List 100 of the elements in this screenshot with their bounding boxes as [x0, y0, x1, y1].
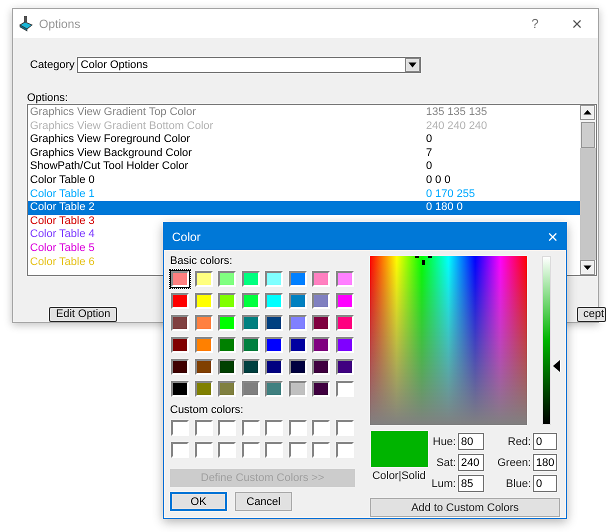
number-field[interactable]: 80	[458, 433, 484, 450]
custom-colors-label: Custom colors:	[170, 404, 244, 417]
option-row[interactable]: Graphics View Gradient Top Color 135 135 135	[28, 106, 580, 120]
field-label: Sat:	[435, 456, 456, 468]
color-swatch[interactable]	[312, 381, 330, 397]
scrollbar[interactable]	[580, 105, 596, 275]
option-row[interactable]: Color Table 2 0 180 0	[28, 201, 580, 215]
close-button[interactable]: ×	[570, 14, 584, 32]
color-swatch[interactable]	[194, 381, 212, 397]
color-swatch[interactable]	[312, 337, 330, 353]
color-swatch[interactable]	[265, 293, 283, 309]
scroll-up-icon[interactable]	[580, 105, 595, 120]
color-swatch[interactable]	[265, 420, 283, 436]
color-swatch[interactable]	[218, 271, 236, 287]
color-swatch[interactable]	[265, 337, 283, 353]
color-swatch[interactable]	[171, 315, 189, 331]
color-swatch[interactable]	[171, 293, 189, 309]
number-field[interactable]: 240	[458, 454, 484, 471]
number-field[interactable]: 85	[458, 475, 484, 492]
color-swatch[interactable]	[242, 337, 260, 353]
color-swatch[interactable]	[242, 293, 260, 309]
color-swatch[interactable]	[194, 420, 212, 436]
color-swatch[interactable]	[265, 442, 283, 458]
color-swatch[interactable]	[336, 315, 354, 331]
add-to-custom-colors-button[interactable]: Add to Custom Colors	[370, 498, 560, 517]
color-swatch[interactable]	[171, 359, 189, 375]
color-swatch[interactable]	[336, 442, 354, 458]
color-swatch[interactable]	[194, 442, 212, 458]
color-swatch[interactable]	[336, 293, 354, 309]
color-swatch[interactable]	[312, 442, 330, 458]
close-button[interactable]: ×	[547, 228, 558, 246]
number-field[interactable]: 180	[533, 454, 557, 471]
color-swatch[interactable]	[242, 359, 260, 375]
color-swatch[interactable]	[288, 442, 306, 458]
color-swatch[interactable]	[288, 381, 306, 397]
color-swatch[interactable]	[336, 381, 354, 397]
color-swatch[interactable]	[288, 359, 306, 375]
color-swatch[interactable]	[242, 442, 260, 458]
color-swatch[interactable]	[194, 271, 212, 287]
color-swatch[interactable]	[288, 337, 306, 353]
color-swatch[interactable]	[171, 442, 189, 458]
color-swatch[interactable]	[171, 337, 189, 353]
option-row[interactable]: ShowPath/Cut Tool Holder Color 0	[28, 160, 580, 174]
window-title: Options	[39, 16, 82, 30]
color-swatch[interactable]	[171, 420, 189, 436]
color-swatch[interactable]	[171, 381, 189, 397]
color-swatch[interactable]	[218, 442, 236, 458]
basic-colors-label: Basic colors:	[170, 255, 234, 268]
color-swatch[interactable]	[312, 271, 330, 287]
option-row[interactable]: Color Table 0 0 0 0	[28, 174, 580, 188]
color-swatch[interactable]	[171, 271, 189, 287]
color-swatch[interactable]	[265, 315, 283, 331]
color-swatch[interactable]	[336, 420, 354, 436]
color-swatch[interactable]	[265, 381, 283, 397]
slider-arrow-icon[interactable]	[553, 360, 560, 372]
color-swatch[interactable]	[312, 315, 330, 331]
luminance-bar[interactable]	[542, 256, 551, 425]
category-dropdown[interactable]: Color Options	[76, 57, 421, 73]
color-swatch[interactable]	[312, 293, 330, 309]
help-button[interactable]: ?	[528, 16, 542, 31]
crosshair-icon	[415, 256, 432, 266]
color-swatch[interactable]	[242, 271, 260, 287]
color-swatch[interactable]	[336, 359, 354, 375]
color-swatch[interactable]	[288, 293, 306, 309]
color-swatch[interactable]	[194, 359, 212, 375]
dialog-button[interactable]: cept	[577, 307, 606, 322]
color-swatch[interactable]	[336, 337, 354, 353]
color-spectrum[interactable]	[370, 256, 527, 425]
ok-button[interactable]: OK	[170, 492, 227, 511]
color-swatch[interactable]	[218, 315, 236, 331]
color-swatch[interactable]	[312, 359, 330, 375]
field-label: Hue:	[432, 436, 456, 448]
color-swatch[interactable]	[312, 420, 330, 436]
color-swatch[interactable]	[194, 315, 212, 331]
color-swatch[interactable]	[242, 420, 260, 436]
scroll-down-icon[interactable]	[580, 260, 595, 275]
color-swatch[interactable]	[218, 359, 236, 375]
number-field[interactable]: 0	[533, 433, 557, 450]
color-swatch[interactable]	[288, 420, 306, 436]
option-row[interactable]: Graphics View Foreground Color 0	[28, 133, 580, 147]
color-swatch[interactable]	[288, 271, 306, 287]
color-swatch[interactable]	[242, 381, 260, 397]
dialog-button[interactable]: Edit Option	[49, 307, 118, 322]
color-swatch[interactable]	[336, 271, 354, 287]
color-swatch[interactable]	[265, 359, 283, 375]
color-swatch[interactable]	[194, 293, 212, 309]
number-field[interactable]: 0	[533, 475, 557, 492]
scroll-thumb[interactable]	[581, 122, 595, 148]
option-row[interactable]: Graphics View Background Color 7	[28, 146, 580, 160]
cancel-button[interactable]: Cancel	[235, 492, 292, 511]
color-swatch[interactable]	[265, 271, 283, 287]
color-swatch[interactable]	[218, 381, 236, 397]
color-swatch[interactable]	[194, 337, 212, 353]
color-swatch[interactable]	[218, 420, 236, 436]
color-swatch[interactable]	[242, 315, 260, 331]
color-swatch[interactable]	[288, 315, 306, 331]
color-swatch[interactable]	[218, 337, 236, 353]
options-label: Options:	[27, 92, 69, 104]
field-label: Red:	[506, 436, 531, 448]
color-swatch[interactable]	[218, 293, 236, 309]
